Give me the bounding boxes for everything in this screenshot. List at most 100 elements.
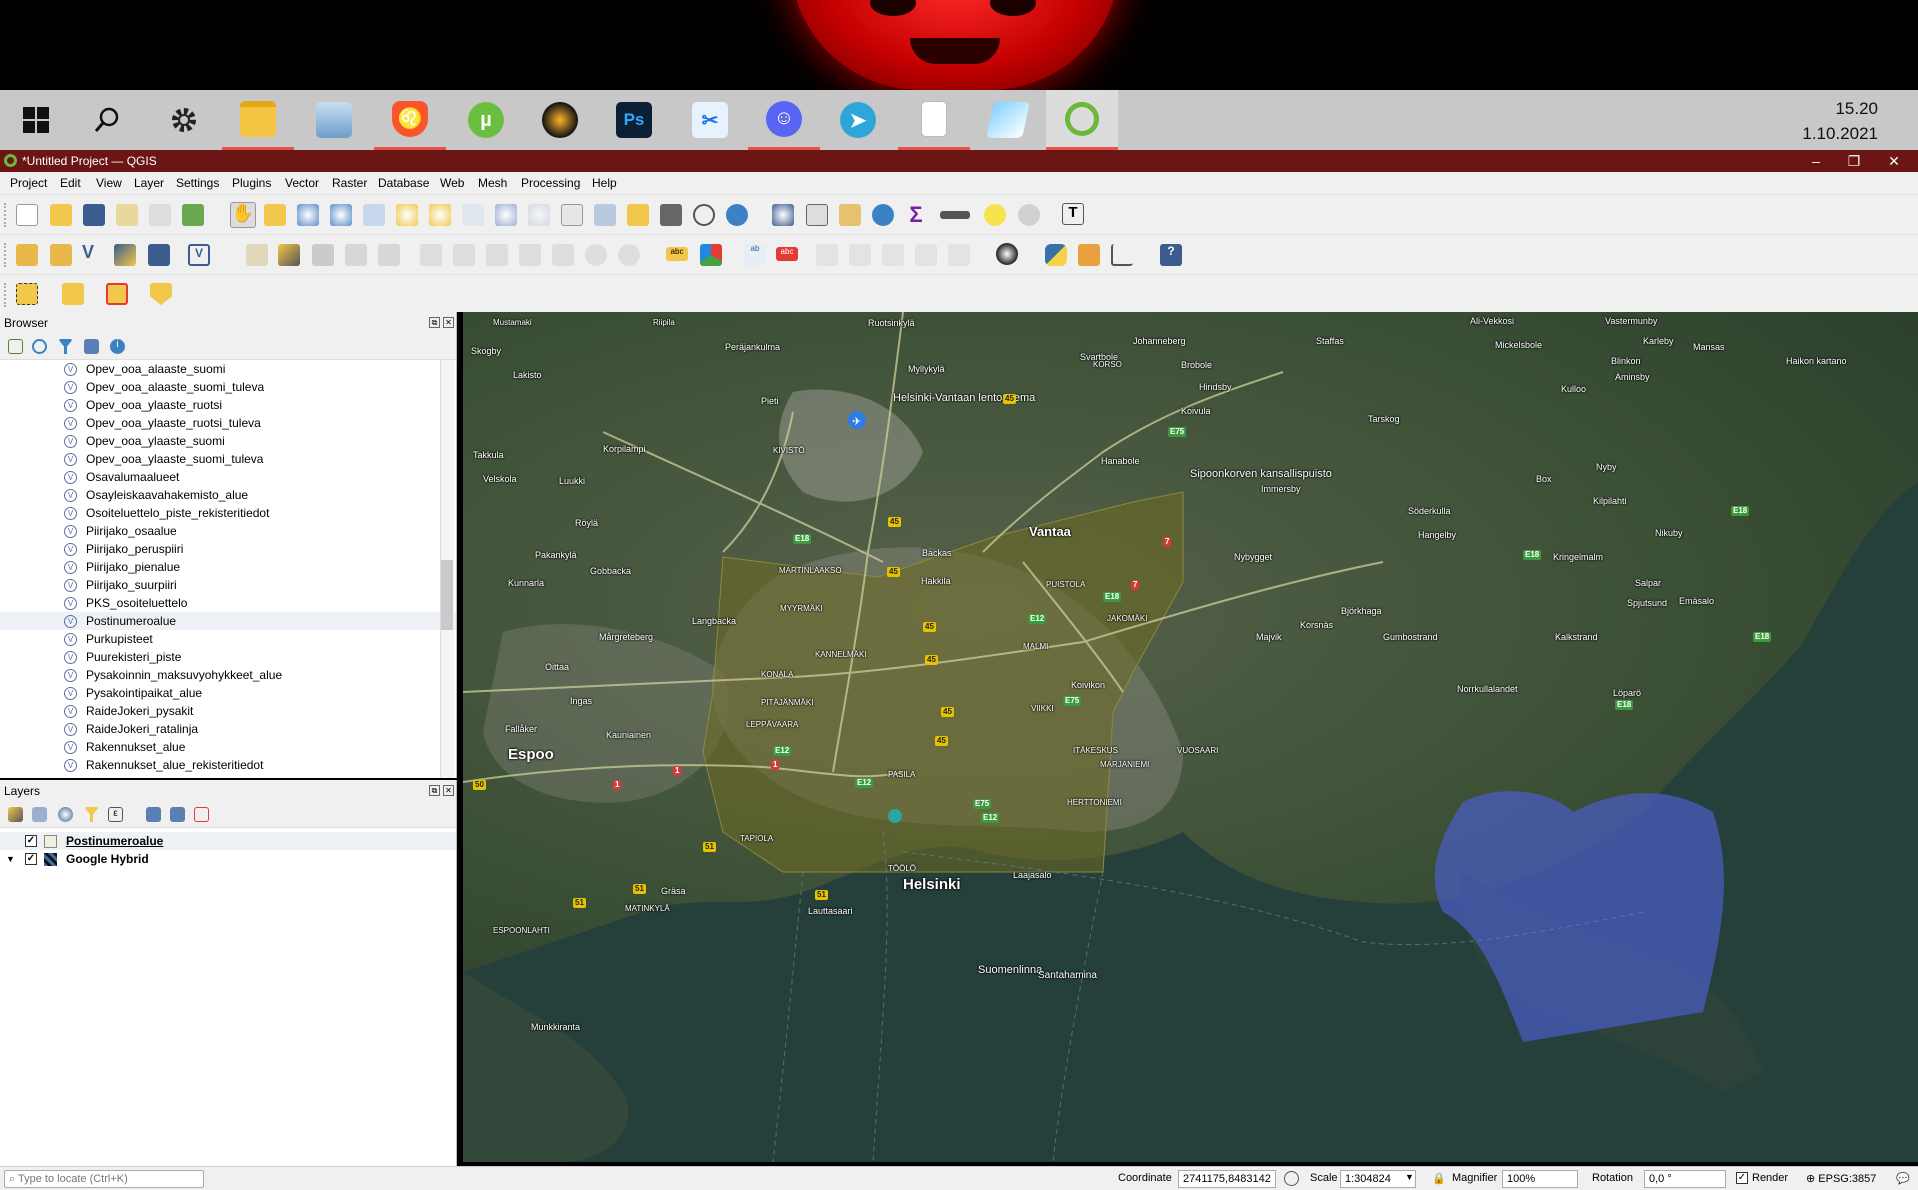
layer-row-google-hybrid[interactable]: ▼ ✓ Google Hybrid	[0, 850, 456, 868]
show-bookmarks-icon[interactable]	[660, 204, 682, 226]
new-virtual-layer-icon[interactable]	[148, 244, 170, 266]
maximize-button[interactable]: ❐	[1834, 150, 1874, 172]
browser-item[interactable]: V Puurekisteri_piste	[0, 648, 456, 666]
browser-item[interactable]: V Purkupisteet	[0, 630, 456, 648]
data-source-manager-icon[interactable]	[16, 244, 38, 266]
fl-studio-icon[interactable]	[524, 90, 596, 150]
magnifier-field[interactable]: 100%	[1502, 1170, 1578, 1188]
notepad-icon[interactable]	[898, 90, 970, 150]
menu-vector[interactable]: Vector	[285, 176, 319, 190]
diagram-options-icon[interactable]	[700, 244, 722, 266]
menu-database[interactable]: Database	[378, 176, 429, 190]
attribute-table-icon[interactable]	[806, 204, 828, 226]
video-editor-icon[interactable]: ✂	[674, 90, 746, 150]
add-selected-layers-icon[interactable]	[8, 339, 23, 354]
messages-icon[interactable]: 💬	[1896, 1172, 1910, 1185]
browser-item[interactable]: V Osavalumaalueet	[0, 468, 456, 486]
menu-web[interactable]: Web	[440, 176, 464, 190]
browser-item[interactable]: V Pysakointipaikat_alue	[0, 684, 456, 702]
windows-start-icon[interactable]	[0, 90, 72, 150]
menu-plugins[interactable]: Plugins	[232, 176, 271, 190]
qgis-taskbar-icon[interactable]	[1046, 90, 1118, 150]
browser-item[interactable]: V Opev_ooa_ylaaste_suomi_tuleva	[0, 450, 456, 468]
browser-item[interactable]: V Rakennukset_alue_rekisteritiedot	[0, 756, 456, 774]
zoom-out-icon[interactable]	[330, 204, 352, 226]
photos-icon[interactable]	[298, 90, 370, 150]
style-manager-icon[interactable]	[182, 204, 204, 226]
photoshop-icon[interactable]: Ps	[598, 90, 670, 150]
delete-selected-icon[interactable]	[453, 244, 475, 266]
redo-icon[interactable]	[618, 244, 640, 266]
new-print-layout-icon[interactable]	[116, 204, 138, 226]
save-project-icon[interactable]	[83, 204, 105, 226]
new-map-view-icon[interactable]	[561, 204, 583, 226]
move-label-icon[interactable]	[882, 244, 904, 266]
map-tips-icon[interactable]	[984, 204, 1006, 226]
zoom-in-icon[interactable]	[297, 204, 319, 226]
plugin-tool-icon[interactable]	[1078, 244, 1100, 266]
copy-features-icon[interactable]	[519, 244, 541, 266]
open-layer-styling-icon[interactable]	[8, 807, 23, 822]
text-annotation-icon[interactable]: T	[1062, 203, 1084, 225]
telegram-icon[interactable]: ➤	[822, 90, 894, 150]
browser-item[interactable]: V RaideJokeri_ratalinja	[0, 720, 456, 738]
measure-line-icon[interactable]	[940, 211, 970, 219]
modify-attributes-icon[interactable]	[420, 244, 442, 266]
zoom-last-icon[interactable]	[495, 204, 517, 226]
search-icon[interactable]	[72, 90, 144, 150]
new-3d-view-icon[interactable]	[594, 204, 616, 226]
properties-info-icon[interactable]: i	[110, 339, 125, 354]
layer-visibility-checkbox[interactable]: ✓	[25, 835, 37, 847]
new-bookmark-icon[interactable]	[627, 204, 649, 226]
change-label-icon[interactable]	[948, 244, 970, 266]
new-temporary-layer-icon[interactable]	[114, 244, 136, 266]
remove-layer-icon[interactable]	[194, 807, 209, 822]
filter-expression-icon[interactable]: ε	[108, 807, 123, 822]
processing-toolbox-icon[interactable]	[872, 204, 894, 226]
pin-labels-icon[interactable]	[816, 244, 838, 266]
crs-status-button[interactable]: ⊕ EPSG:3857	[1806, 1172, 1876, 1185]
expand-arrow-icon[interactable]: ▼	[6, 850, 15, 868]
new-project-icon[interactable]	[16, 204, 38, 226]
help-contents-icon[interactable]: ?	[1160, 244, 1182, 266]
minimize-button[interactable]: –	[1796, 150, 1836, 172]
quickmapservices-icon[interactable]	[996, 243, 1018, 265]
paint-icon[interactable]	[972, 90, 1044, 150]
manage-map-themes-icon[interactable]	[58, 807, 73, 822]
browser-item[interactable]: V Opev_ooa_alaaste_suomi_tuleva	[0, 378, 456, 396]
statistical-summary-icon[interactable]	[839, 204, 861, 226]
browser-item[interactable]: V Rakennukset_alue	[0, 738, 456, 756]
field-calculator-icon[interactable]: Σ	[905, 202, 927, 227]
menu-settings[interactable]: Settings	[176, 176, 219, 190]
menu-edit[interactable]: Edit	[60, 176, 81, 190]
close-button[interactable]: ✕	[1874, 150, 1914, 172]
pan-map-icon[interactable]: ✋	[230, 202, 256, 228]
float-panel-icon[interactable]: ⧉	[429, 317, 440, 328]
highlight-pinned-labels-icon[interactable]: ab	[744, 244, 766, 266]
utorrent-icon[interactable]: µ	[450, 90, 522, 150]
open-project-icon[interactable]	[50, 204, 72, 226]
settings-icon[interactable]	[148, 90, 220, 150]
menu-mesh[interactable]: Mesh	[478, 176, 507, 190]
render-checkbox[interactable]: ✓	[1736, 1172, 1748, 1184]
current-edits-icon[interactable]	[246, 244, 268, 266]
zoom-next-icon[interactable]	[528, 204, 550, 226]
discord-icon[interactable]: ☺	[748, 90, 820, 150]
rotation-field[interactable]: 0,0 °	[1644, 1170, 1726, 1188]
layer-visibility-checkbox[interactable]: ✓	[25, 853, 37, 865]
toggle-extents-icon[interactable]	[1284, 1171, 1299, 1186]
browser-item[interactable]: V Pysakoinnin_maksuvyohykkeet_alue	[0, 666, 456, 684]
browser-item[interactable]: V PKS_osoiteluettelo	[0, 594, 456, 612]
coordinate-field[interactable]: 2741175,8483142	[1178, 1170, 1276, 1188]
new-geopackage-layer-icon[interactable]	[50, 244, 72, 266]
zoom-to-selection-icon[interactable]	[396, 204, 418, 226]
menu-help[interactable]: Help	[592, 176, 617, 190]
add-feature-icon[interactable]	[345, 244, 367, 266]
identify-features-icon[interactable]	[772, 204, 794, 226]
menu-layer[interactable]: Layer	[134, 176, 164, 190]
browser-item[interactable]: V Opev_ooa_ylaaste_ruotsi_tuleva	[0, 414, 456, 432]
collapse-all-icon[interactable]	[84, 339, 99, 354]
expand-all-icon[interactable]	[146, 807, 161, 822]
refresh-browser-icon[interactable]	[32, 339, 47, 354]
zoom-to-layer-icon[interactable]	[429, 204, 451, 226]
